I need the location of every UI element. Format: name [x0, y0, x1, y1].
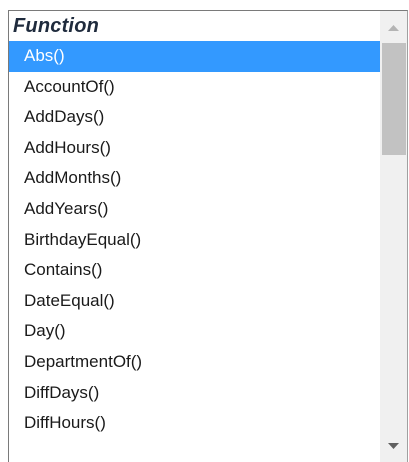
- scroll-down-button[interactable]: [380, 432, 407, 462]
- list-item[interactable]: AddMonths(): [9, 163, 380, 194]
- list-item[interactable]: DiffDays(): [9, 378, 380, 409]
- arrow-down-icon: [388, 443, 399, 449]
- vertical-scrollbar[interactable]: [380, 11, 407, 462]
- function-listbox[interactable]: Function Abs() AccountOf() AddDays() Add…: [8, 10, 408, 462]
- list-item[interactable]: DepartmentOf(): [9, 347, 380, 378]
- list-item[interactable]: AddHours(): [9, 133, 380, 164]
- scrollbar-thumb[interactable]: [382, 43, 406, 155]
- list-header: Function: [13, 15, 100, 37]
- list-item[interactable]: AddDays(): [9, 102, 380, 133]
- arrow-up-icon: [388, 25, 399, 31]
- list-item[interactable]: BirthdayEqual(): [9, 225, 380, 256]
- list-item[interactable]: Contains(): [9, 255, 380, 286]
- list-item[interactable]: Day(): [9, 316, 380, 347]
- scroll-up-button[interactable]: [380, 11, 407, 41]
- list-item[interactable]: AccountOf(): [9, 72, 380, 103]
- list-item[interactable]: DateEqual(): [9, 286, 380, 317]
- list-item[interactable]: DiffHours(): [9, 408, 380, 439]
- function-list[interactable]: Function Abs() AccountOf() AddDays() Add…: [9, 11, 380, 462]
- list-item[interactable]: Abs(): [9, 41, 380, 72]
- list-item[interactable]: AddYears(): [9, 194, 380, 225]
